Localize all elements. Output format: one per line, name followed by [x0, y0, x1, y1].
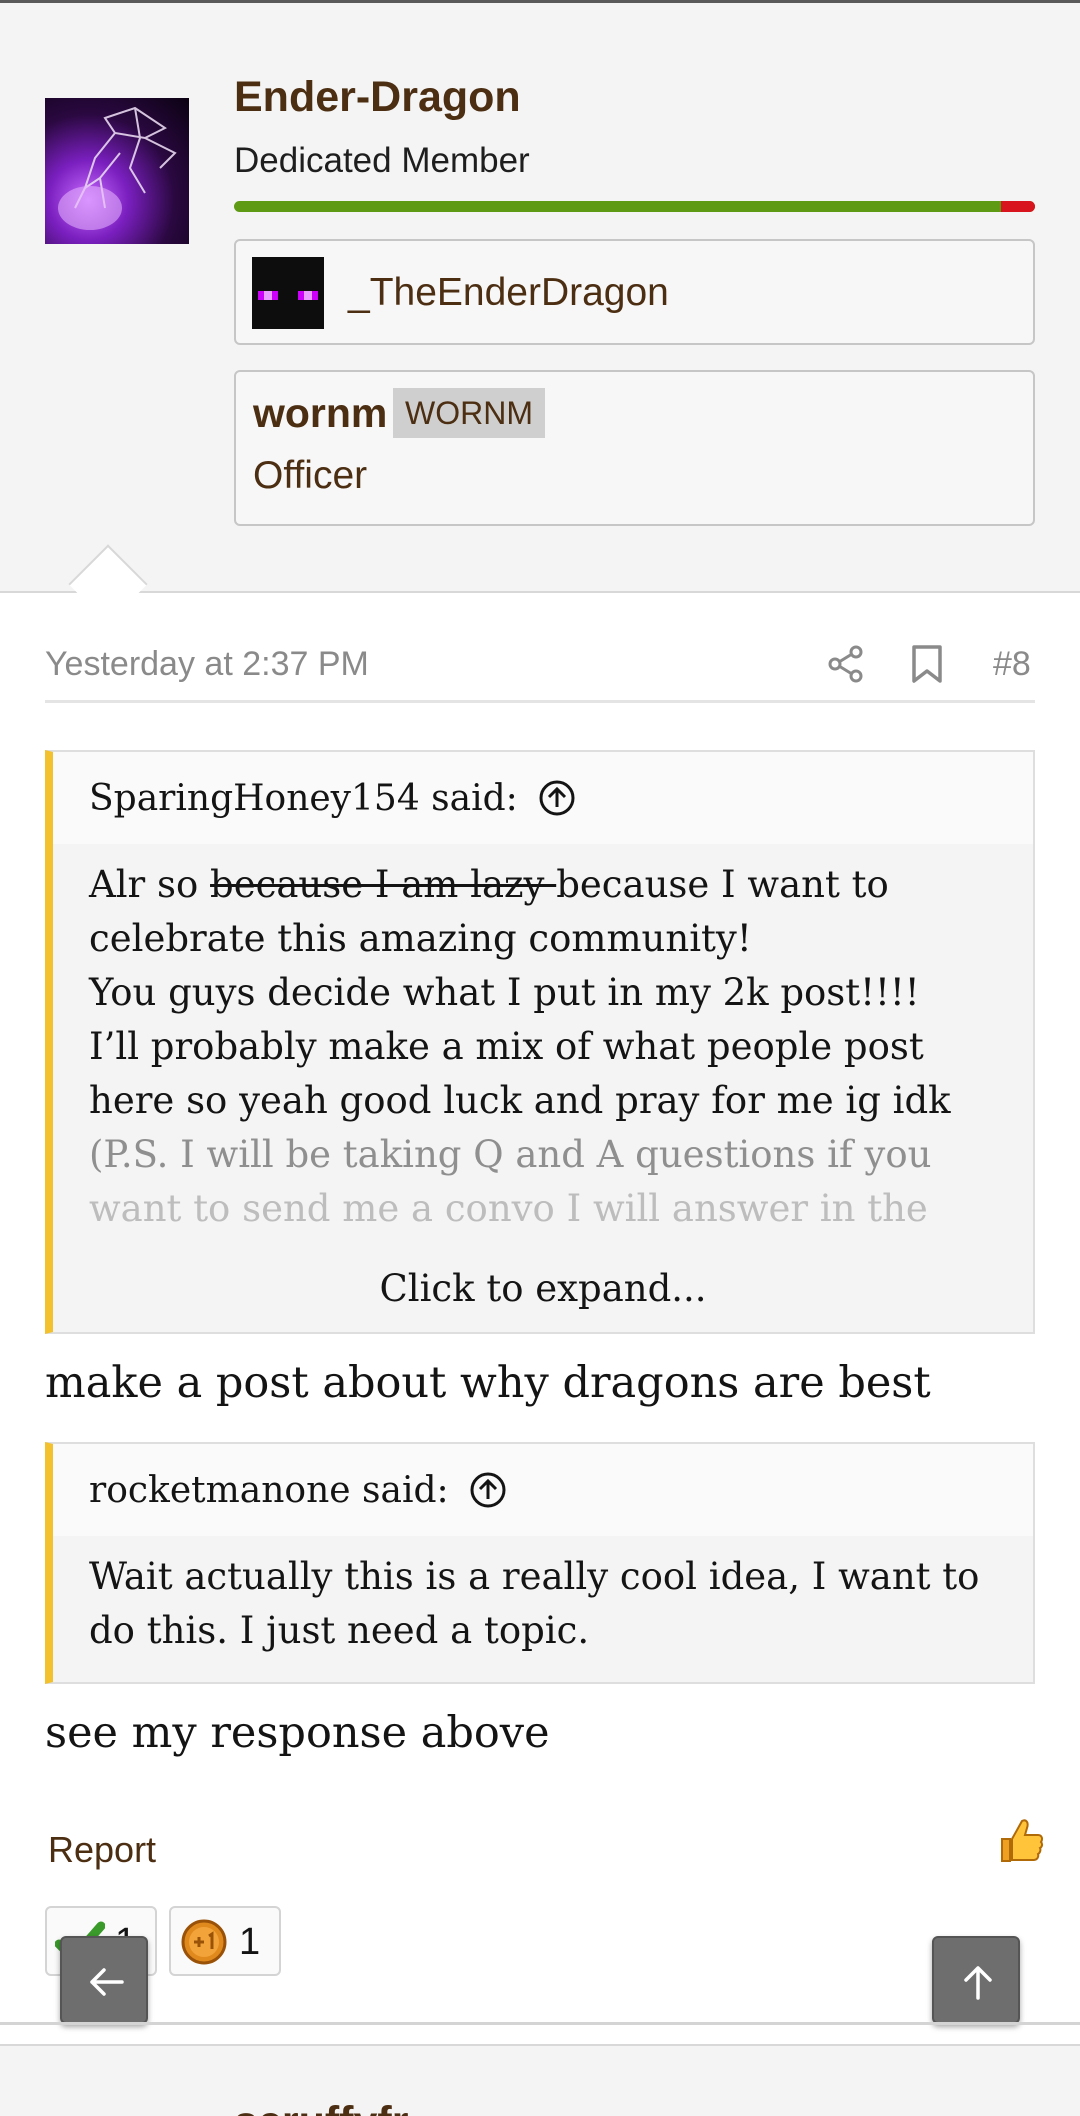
quote-text: here so yeah good luck and pray for me i…: [89, 1079, 951, 1122]
thumbs-up-icon[interactable]: [996, 1815, 1044, 1865]
quote-author: rocketmanone said:: [89, 1469, 449, 1511]
quote-text: Alr so: [89, 863, 211, 906]
back-button[interactable]: [60, 1936, 148, 2024]
quote-author: SparingHoney154 said:: [89, 777, 518, 819]
guild-tag-badge: WORNM: [393, 388, 545, 438]
author-panel: Ender-Dragon Dedicated Member _TheEnderD…: [0, 3, 1080, 593]
quote-block-2: rocketmanone said: Wait actually this is…: [45, 1442, 1035, 1684]
meta-divider: [45, 700, 1035, 703]
guild-name: wornm: [253, 390, 388, 436]
post-message-text: make a post about why dragons are best: [45, 1358, 931, 1408]
post-divider: [0, 2022, 1080, 2025]
quote-block-1: SparingHoney154 said: Alr so because I a…: [45, 750, 1035, 1334]
scroll-to-top-button[interactable]: [932, 1936, 1020, 2024]
guild-role: Officer: [253, 454, 368, 497]
quote-body: Wait actually this is a really cool idea…: [53, 1536, 1033, 1658]
arrow-up-icon: [964, 1966, 992, 2000]
report-link[interactable]: Report: [48, 1829, 156, 1871]
minecraft-username: _TheEnderDragon: [348, 271, 669, 314]
share-icon[interactable]: [826, 644, 866, 684]
quote-header: SparingHoney154 said:: [53, 752, 1033, 844]
quote-text: want to send me a convo I will answer in…: [89, 1187, 928, 1230]
click-to-expand-link[interactable]: Click to expand...: [53, 1267, 1033, 1310]
next-author-username[interactable]: scruffyfr: [234, 2098, 408, 2116]
plus-one-coin-icon: [181, 1919, 227, 1965]
author-title: Dedicated Member: [234, 141, 530, 180]
quote-text: You guys decide what I put in my 2k post…: [89, 971, 920, 1014]
post-timestamp[interactable]: Yesterday at 2:37 PM: [45, 645, 369, 684]
arrow-left-icon: [90, 1968, 124, 1996]
bookmark-icon[interactable]: [910, 644, 944, 684]
rank-progress-bar: [234, 201, 1035, 212]
quote-text: do this. I just need a topic.: [89, 1609, 590, 1652]
enderman-head-icon: [252, 257, 324, 329]
quote-strikethrough-text: because I am lazy: [210, 863, 557, 906]
author-avatar[interactable]: [45, 98, 189, 244]
reaction-count: 1: [239, 1921, 261, 1963]
guild-box[interactable]: wornm WORNM Officer: [234, 370, 1035, 526]
minecraft-account-box[interactable]: _TheEnderDragon: [234, 239, 1035, 345]
quote-text: because I want to: [556, 863, 889, 906]
quote-text: I’ll probably make a mix of what people …: [89, 1025, 924, 1068]
post-number-link[interactable]: #8: [993, 645, 1031, 684]
author-username[interactable]: Ender-Dragon: [234, 73, 521, 122]
next-post-author-panel: scruffyfr: [0, 2044, 1080, 2116]
jump-to-quote-icon[interactable]: [469, 1471, 507, 1509]
quote-text: Wait actually this is a really cool idea…: [89, 1555, 980, 1598]
reaction-plus-one[interactable]: 1: [169, 1906, 281, 1976]
quote-text: post): [89, 1236, 997, 1244]
quote-header: rocketmanone said:: [53, 1444, 1033, 1536]
quote-text: celebrate this amazing community!: [89, 917, 752, 960]
quote-text: (P.S. I will be taking Q and A questions…: [89, 1133, 932, 1176]
quote-body: Alr so because I am lazy because I want …: [53, 844, 1033, 1244]
post-message-text: see my response above: [45, 1708, 550, 1758]
jump-to-quote-icon[interactable]: [538, 779, 576, 817]
